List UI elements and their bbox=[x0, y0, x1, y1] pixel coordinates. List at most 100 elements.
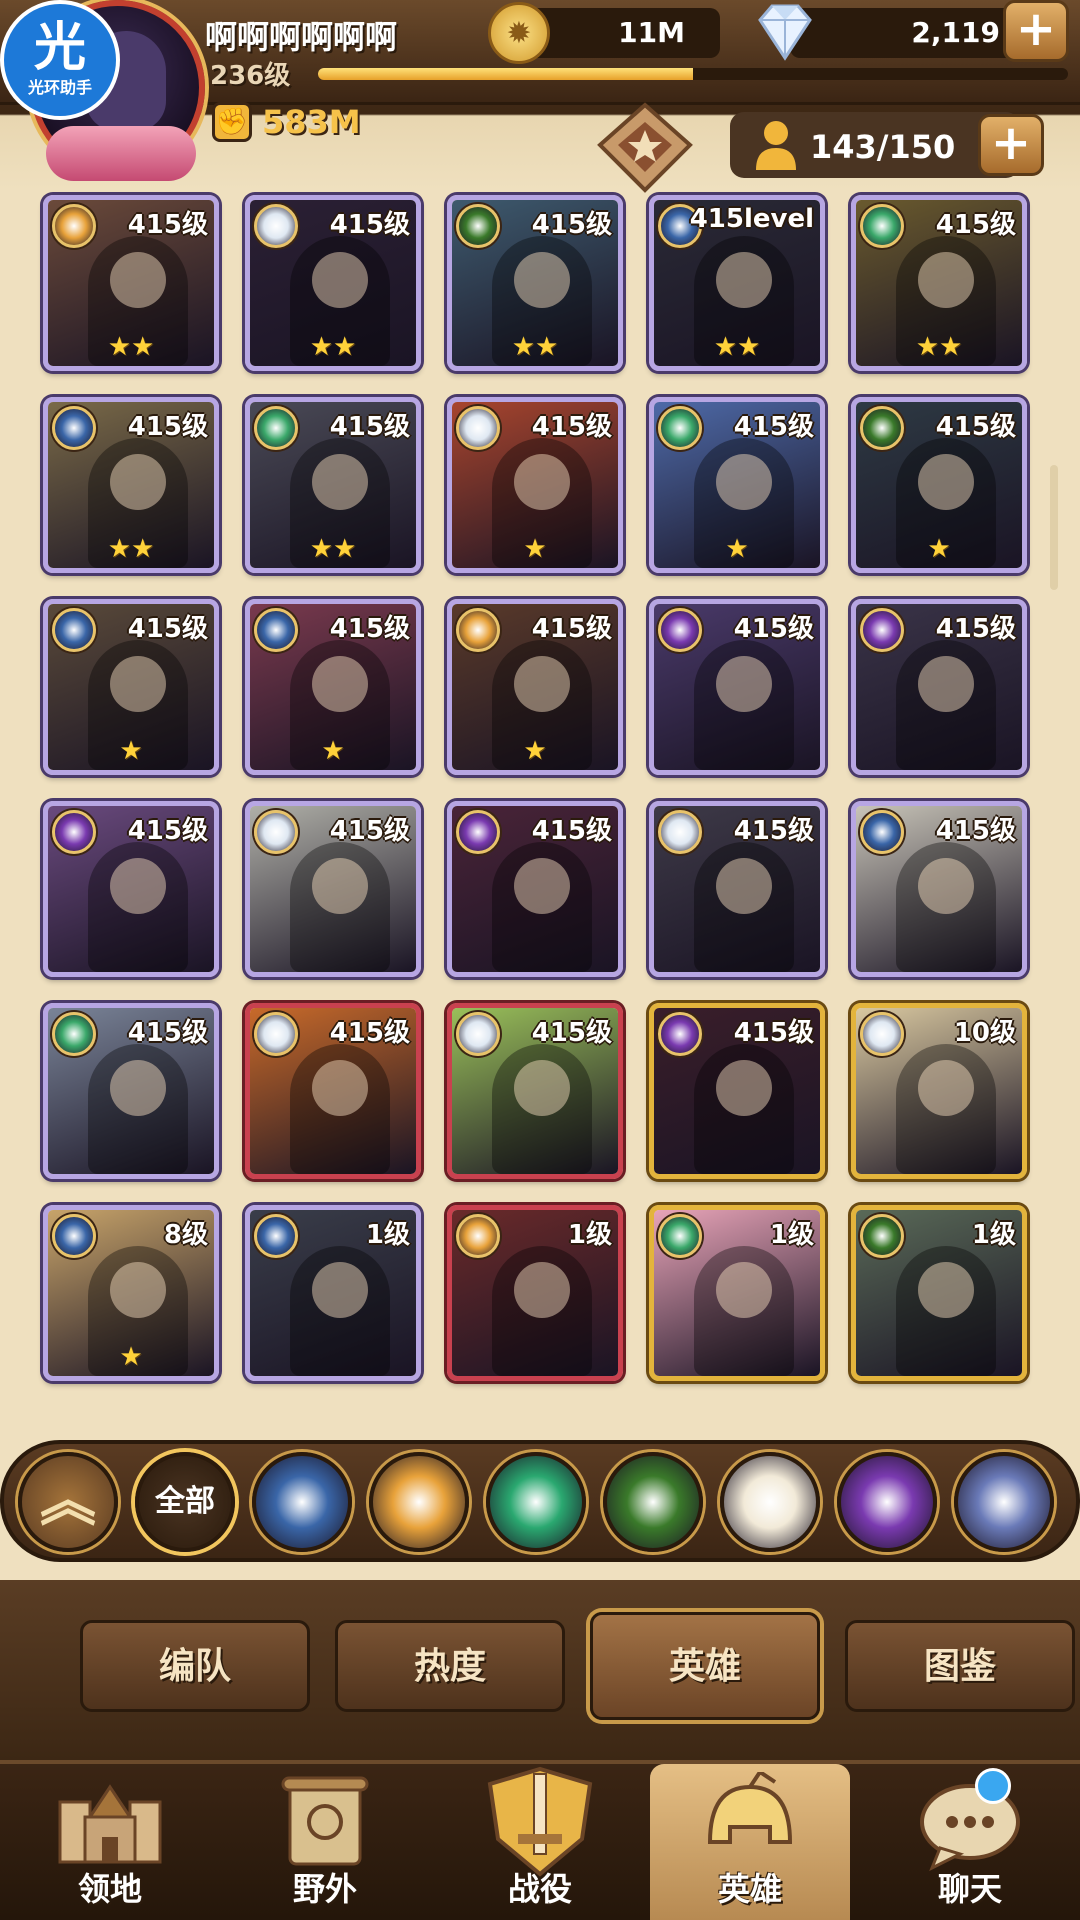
nav-chat[interactable]: 聊天 bbox=[870, 1764, 1070, 1920]
faction-icon bbox=[860, 204, 904, 248]
buy-gems-button[interactable]: + bbox=[1003, 0, 1069, 62]
hero-level: 415级 bbox=[531, 210, 612, 240]
filter-celestial-icon[interactable] bbox=[720, 1452, 820, 1552]
gem-value: 2,119 bbox=[911, 16, 1000, 49]
faction-icon bbox=[860, 608, 904, 652]
hero-head bbox=[716, 454, 772, 510]
hero-level: 415级 bbox=[531, 816, 612, 846]
star-rating: ★★ bbox=[107, 534, 155, 564]
faction-icon bbox=[52, 1012, 96, 1056]
hero-card[interactable]: 415级 ★ bbox=[43, 599, 219, 775]
faction-icon bbox=[658, 608, 702, 652]
hero-card[interactable]: 415级 bbox=[43, 1003, 219, 1179]
castle-icon bbox=[58, 1784, 162, 1864]
tab-formation[interactable]: 编队 bbox=[80, 1620, 310, 1712]
hero-level: 415级 bbox=[531, 1018, 612, 1048]
hero-head bbox=[514, 858, 570, 914]
hero-head bbox=[918, 1262, 974, 1318]
hero-card[interactable]: 415级 bbox=[649, 599, 825, 775]
hero-level: 415级 bbox=[127, 210, 208, 240]
hero-card[interactable]: 415级 ★★ bbox=[43, 195, 219, 371]
tab-codex[interactable]: 图鉴 bbox=[845, 1620, 1075, 1712]
filter-dimensional-icon[interactable] bbox=[954, 1452, 1054, 1552]
hero-level: 415级 bbox=[329, 1018, 410, 1048]
hero-card[interactable]: 415级 ★ bbox=[649, 397, 825, 573]
filter-hypogean-icon[interactable] bbox=[837, 1452, 937, 1552]
hero-level: 1级 bbox=[567, 1220, 612, 1250]
hero-card[interactable]: 8级 ★ bbox=[43, 1205, 219, 1381]
hero-card[interactable]: 415级 bbox=[851, 801, 1027, 977]
faction-icon bbox=[456, 608, 500, 652]
hero-card[interactable]: 415级 ★★ bbox=[43, 397, 219, 573]
nav-territory-label: 领地 bbox=[77, 1870, 142, 1908]
hero-head bbox=[110, 858, 166, 914]
nav-campaign[interactable]: 战役 bbox=[440, 1764, 640, 1920]
hero-level: 415级 bbox=[329, 614, 410, 644]
faction-icon bbox=[860, 810, 904, 854]
diamond-icon bbox=[758, 4, 812, 61]
hero-card[interactable]: 415级 bbox=[851, 599, 1027, 775]
nav-territory[interactable]: 领地 bbox=[10, 1764, 210, 1920]
hero-card[interactable]: 415级 bbox=[649, 801, 825, 977]
nav-heroes[interactable]: 英雄 bbox=[650, 1764, 850, 1920]
hero-card[interactable]: 415级 ★★ bbox=[245, 195, 421, 371]
scrollbar[interactable] bbox=[1050, 465, 1058, 590]
hero-card[interactable]: 1级 bbox=[245, 1205, 421, 1381]
faction-icon bbox=[254, 406, 298, 450]
hero-card[interactable]: 415级 ★★ bbox=[851, 195, 1027, 371]
hero-head bbox=[110, 1060, 166, 1116]
nav-wilderness[interactable]: 野外 bbox=[225, 1764, 425, 1920]
filter-all-button[interactable]: 全部 bbox=[135, 1452, 235, 1552]
chat-bubble-icon bbox=[920, 1784, 1020, 1872]
hero-card[interactable]: 1级 bbox=[447, 1205, 623, 1381]
faction-icon bbox=[658, 1012, 702, 1056]
filter-graveborn-icon[interactable] bbox=[603, 1452, 703, 1552]
hero-head bbox=[514, 656, 570, 712]
grid-fade bbox=[40, 1395, 1040, 1415]
hero-card[interactable]: 415级 bbox=[447, 801, 623, 977]
nav-chat-label: 聊天 bbox=[937, 1870, 1002, 1908]
expand-roster-button[interactable]: + bbox=[978, 114, 1044, 176]
hero-card[interactable]: 415级 ★ bbox=[447, 599, 623, 775]
hero-level: 415级 bbox=[733, 816, 814, 846]
guild-emblem-icon[interactable] bbox=[590, 100, 700, 195]
hero-card[interactable]: 1级 bbox=[851, 1205, 1027, 1381]
faction-icon bbox=[860, 1214, 904, 1258]
filter-mauler-icon[interactable] bbox=[369, 1452, 469, 1552]
hero-card[interactable]: 415级 bbox=[649, 1003, 825, 1179]
collapse-filter-button[interactable]: ︽ bbox=[18, 1452, 118, 1552]
hero-level: 415级 bbox=[127, 614, 208, 644]
hero-level: 415级 bbox=[733, 614, 814, 644]
hero-head bbox=[312, 1262, 368, 1318]
faction-icon bbox=[658, 1214, 702, 1258]
hero-card[interactable]: 415level ★★ bbox=[649, 195, 825, 371]
hero-head bbox=[514, 454, 570, 510]
hero-card[interactable]: 415级 ★★ bbox=[245, 397, 421, 573]
hero-card[interactable]: 415级 bbox=[43, 801, 219, 977]
hero-card[interactable]: 415级 ★★ bbox=[447, 195, 623, 371]
gold-value: 11M bbox=[618, 16, 685, 49]
hero-card[interactable]: 415级 ★ bbox=[447, 397, 623, 573]
filter-lightbearer-icon[interactable] bbox=[252, 1452, 352, 1552]
hero-card[interactable]: 415级 bbox=[447, 1003, 623, 1179]
faction-icon bbox=[456, 204, 500, 248]
tab-heroes[interactable]: 英雄 bbox=[590, 1612, 820, 1720]
hero-card[interactable]: 415级 bbox=[245, 801, 421, 977]
hero-head bbox=[514, 1060, 570, 1116]
faction-icon bbox=[52, 810, 96, 854]
assist-badge[interactable]: 光 光环助手 bbox=[0, 0, 120, 120]
hero-head bbox=[716, 858, 772, 914]
filter-wilder-icon[interactable] bbox=[486, 1452, 586, 1552]
fist-icon: ✊ bbox=[212, 102, 252, 142]
star-rating: ★ bbox=[725, 534, 749, 564]
hero-head bbox=[312, 252, 368, 308]
star-rating: ★ bbox=[523, 534, 547, 564]
faction-icon bbox=[254, 1214, 298, 1258]
hero-card[interactable]: 1级 bbox=[649, 1205, 825, 1381]
hero-head bbox=[312, 858, 368, 914]
hero-card[interactable]: 415级 bbox=[245, 1003, 421, 1179]
hero-card[interactable]: 415级 ★ bbox=[245, 599, 421, 775]
hero-card[interactable]: 10级 bbox=[851, 1003, 1027, 1179]
hero-card[interactable]: 415级 ★ bbox=[851, 397, 1027, 573]
tab-popularity[interactable]: 热度 bbox=[335, 1620, 565, 1712]
